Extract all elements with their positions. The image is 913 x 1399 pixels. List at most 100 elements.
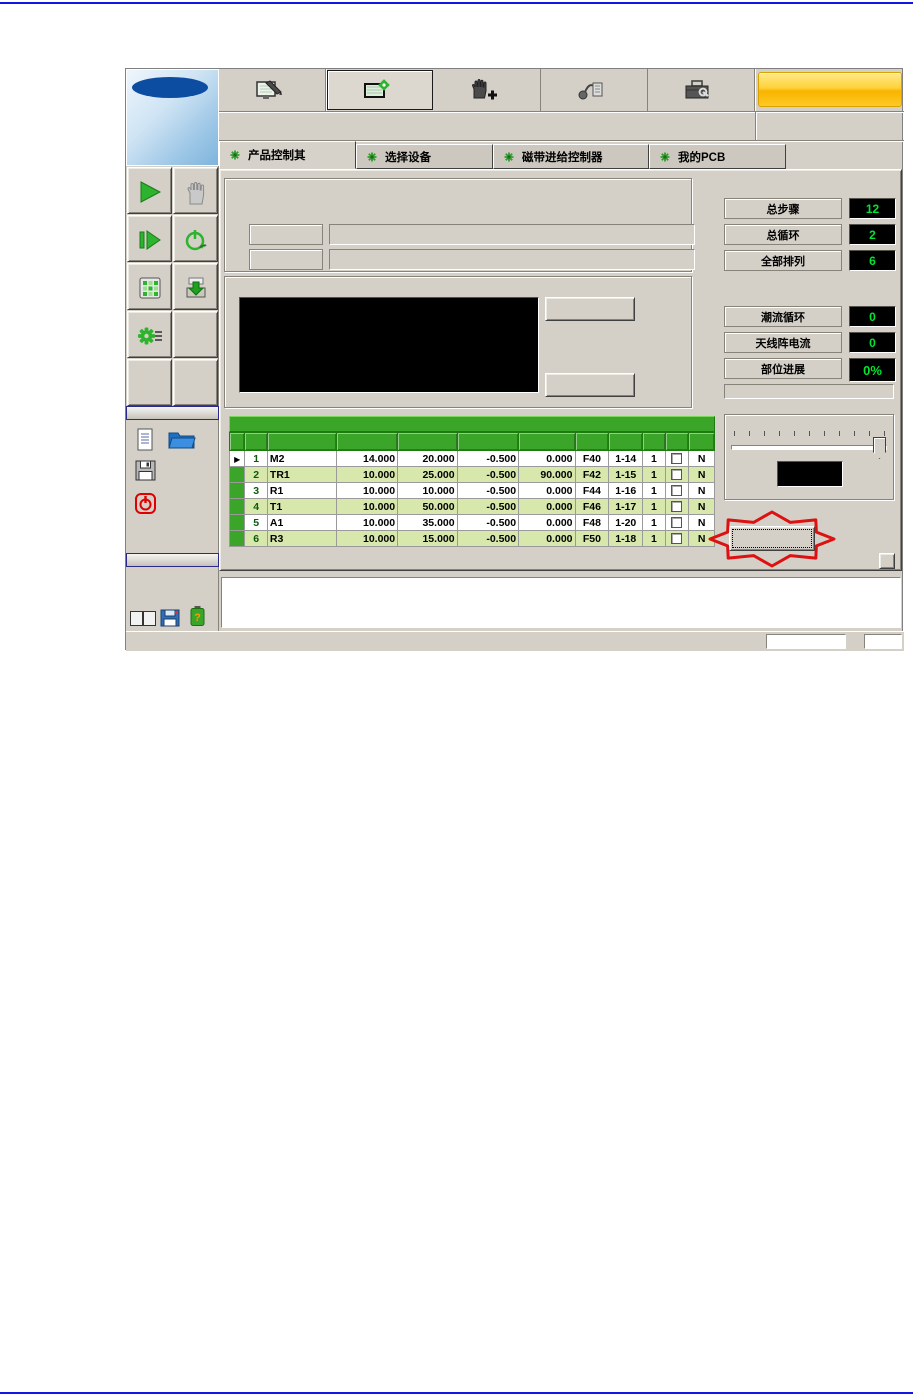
- cell-z: -0.500: [456, 482, 520, 499]
- cell-r: 0.000: [518, 530, 576, 547]
- sk-checkbox[interactable]: [671, 469, 683, 481]
- cell-y: 25.000: [397, 466, 458, 483]
- cell-hd: 1: [244, 450, 268, 467]
- system-setup-icon: [685, 80, 709, 99]
- fkey-f3-hold-button: [173, 167, 218, 214]
- cell-fd: F46: [574, 498, 610, 515]
- tab[interactable]: 磁带进给控制器: [493, 144, 649, 169]
- table-row[interactable]: 3 R1 10.000 10.000 -0.500 0.000 F44 1-16…: [228, 482, 715, 499]
- top-rule: [0, 2, 913, 4]
- cell-nz: 1-17: [608, 498, 644, 515]
- row-selector-cell[interactable]: [228, 482, 246, 499]
- counter-label: 总循环: [724, 224, 842, 245]
- cell-z: -0.500: [456, 498, 520, 515]
- cell-ar: 1: [642, 498, 666, 515]
- sk-checkbox[interactable]: [671, 485, 683, 497]
- cell-fd: F48: [574, 514, 610, 531]
- header-selector: [228, 432, 246, 451]
- cell-x: 10.000: [335, 498, 399, 515]
- table-row[interactable]: ▶ 1 M2 14.000 20.000 -0.500 0.000 F40 1-…: [228, 450, 715, 467]
- cell-ar: 1: [642, 482, 666, 499]
- tab[interactable]: 选择设备: [356, 144, 493, 169]
- cell-r: 0.000: [518, 498, 576, 515]
- fkey-f7-pcb-download-button[interactable]: [173, 263, 218, 310]
- table-title-bar: [229, 416, 715, 432]
- new-document-icon[interactable]: [135, 428, 155, 452]
- status-x-value: [766, 634, 846, 649]
- cell-sk: [664, 514, 690, 531]
- tab[interactable]: 我的PCB: [649, 144, 786, 169]
- pcb-download-icon: [186, 277, 205, 298]
- cell-fid: N: [688, 466, 715, 483]
- fkey-f5-finish-button[interactable]: [173, 215, 218, 262]
- sk-checkbox[interactable]: [671, 501, 683, 513]
- tools-section-header[interactable]: [126, 553, 219, 567]
- table-row[interactable]: 5 A1 10.000 35.000 -0.500 0.000 F48 1-20…: [228, 514, 715, 531]
- progress-bar: [724, 384, 894, 399]
- cell-ar: 1: [642, 530, 666, 547]
- toolbar-system-setup-button[interactable]: [648, 69, 755, 111]
- toolbar-pcb-edit-button[interactable]: [219, 69, 326, 111]
- hand-icon: [186, 181, 204, 205]
- toolbar-production-button[interactable]: [327, 70, 433, 110]
- disk-tool-icon[interactable]: [160, 609, 180, 627]
- speed-slider-track[interactable]: [731, 445, 887, 450]
- speed-slider-thumb[interactable]: [873, 437, 886, 459]
- reset-button[interactable]: [545, 297, 635, 321]
- character-tool-icon[interactable]: [130, 611, 156, 629]
- fkey-f2-start-button[interactable]: [127, 167, 172, 214]
- fkey-f8-production-data-button[interactable]: [127, 311, 172, 358]
- save-icon[interactable]: [135, 460, 156, 481]
- cell-nz: 1-16: [608, 482, 644, 499]
- file-section-header[interactable]: [126, 406, 219, 420]
- sk-checkbox[interactable]: [671, 517, 683, 529]
- battery-help-icon[interactable]: ?: [189, 605, 206, 627]
- cell-fd: F42: [574, 466, 610, 483]
- run-counters: 潮流循环 0 天线阵电流 0 部位进展 0%: [724, 306, 896, 387]
- help-button[interactable]: [879, 553, 895, 569]
- cell-nz: 1-20: [608, 514, 644, 531]
- tab[interactable]: 产品控制其: [219, 141, 356, 169]
- sk-checkbox[interactable]: [671, 453, 683, 465]
- cell-nz: 1-14: [608, 450, 644, 467]
- counter-led-value: 0: [849, 332, 896, 353]
- counter-row: 总步骤 12: [724, 198, 896, 219]
- shutdown-power-icon[interactable]: [135, 493, 156, 514]
- board-name-value-field[interactable]: [329, 249, 695, 270]
- counter-row: 全部排列 6: [724, 250, 896, 271]
- row-selector-cell[interactable]: ▶: [228, 450, 246, 467]
- fkey-f4-continue-button[interactable]: [127, 215, 172, 262]
- counter-label: 总步骤: [724, 198, 842, 219]
- cell-x: 10.000: [335, 466, 399, 483]
- table-row[interactable]: 4 T1 10.000 50.000 -0.500 0.000 F46 1-17…: [228, 498, 715, 515]
- header-z: [456, 432, 520, 451]
- row-selector-cell[interactable]: [228, 514, 246, 531]
- board-description-group: [224, 178, 695, 272]
- fkey-f11-button: [173, 359, 218, 406]
- diagnosis-icon: [578, 82, 603, 100]
- row-selector-cell[interactable]: [228, 466, 246, 483]
- table-row[interactable]: 6 R3 10.000 15.000 -0.500 0.000 F50 1-18…: [228, 530, 715, 547]
- counter-led-value: 12: [849, 198, 896, 219]
- open-folder-icon[interactable]: [168, 429, 196, 451]
- fkey-f6-tf-count-button[interactable]: [127, 263, 172, 310]
- header-y: [397, 432, 458, 451]
- idle-status-button[interactable]: [758, 72, 902, 107]
- title-bar: [219, 112, 904, 141]
- cell-y: 20.000: [397, 450, 458, 467]
- file-panel: [126, 420, 219, 553]
- cell-ar: 1: [642, 450, 666, 467]
- counter-row: 天线阵电流 0: [724, 332, 896, 353]
- toolbar-diagnosis-button[interactable]: [541, 69, 648, 111]
- svg-text:?: ?: [194, 612, 201, 624]
- sk-checkbox[interactable]: [671, 533, 683, 545]
- table-row[interactable]: 2 TR1 10.000 25.000 -0.500 90.000 F42 1-…: [228, 466, 715, 483]
- customer-value-field[interactable]: [329, 224, 695, 245]
- row-selector-cell[interactable]: [228, 530, 246, 547]
- pcb-stop-button[interactable]: [545, 373, 635, 397]
- simple-toggle-button[interactable]: [729, 526, 815, 551]
- row-selector-cell[interactable]: [228, 498, 246, 515]
- toolbar-usage-button[interactable]: [434, 69, 541, 111]
- header-fid: [688, 432, 715, 451]
- document-page: ? 产品控制其 选择设备 磁带进给控制器 我的PCB 总步骤 12 总循环 2 …: [0, 0, 913, 1399]
